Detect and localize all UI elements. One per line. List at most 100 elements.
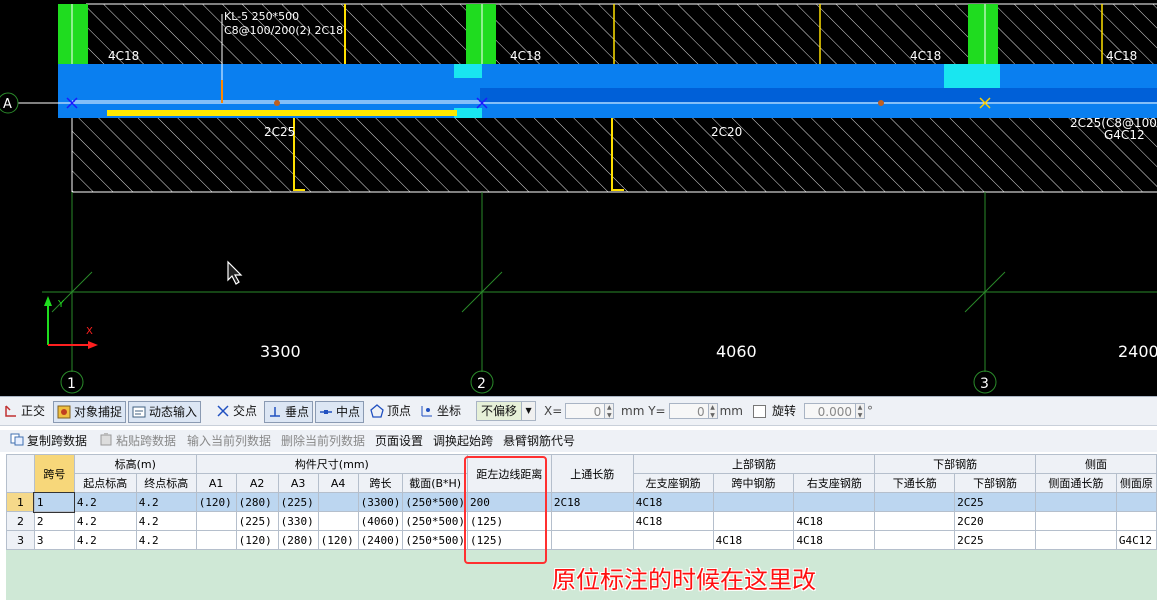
- table-cell-a3[interactable]: (330): [277, 511, 319, 531]
- table-row[interactable]: 1 1 4.2 4.2 (120) (280) (225) (3300) (250*500) 20…: [6, 491, 1157, 513]
- header-section[interactable]: 截面(B*H): [402, 473, 468, 493]
- table-cell-a4[interactable]: [317, 511, 359, 531]
- page-setup-button[interactable]: 页面设置: [375, 433, 423, 449]
- row-number[interactable]: 2: [6, 511, 35, 531]
- header-start-elevation[interactable]: 起点标高: [73, 473, 137, 493]
- table-cell-botthr[interactable]: [874, 530, 956, 550]
- table-cell-len[interactable]: (2400): [357, 530, 404, 550]
- table-cell-top[interactable]: [550, 530, 634, 550]
- table-cell-a1[interactable]: [195, 511, 237, 531]
- table-cell-a1[interactable]: (120): [195, 492, 237, 512]
- y-input[interactable]: 0: [668, 403, 709, 419]
- header-a2[interactable]: A2: [235, 473, 279, 493]
- y-spinner[interactable]: ▲ ▼: [708, 403, 718, 419]
- table-cell-right[interactable]: 4C18: [793, 530, 876, 550]
- header-end-elevation[interactable]: 终点标高: [135, 473, 197, 493]
- perpendicular-button[interactable]: 垂点: [264, 401, 314, 423]
- table-cell-sec[interactable]: (250*500): [402, 530, 468, 550]
- table-cell-end[interactable]: 4.2: [135, 492, 197, 512]
- header-side-original[interactable]: 侧面原: [1115, 473, 1157, 493]
- table-cell-mid[interactable]: [712, 511, 795, 531]
- header-a3[interactable]: A3: [277, 473, 319, 493]
- table-cell-a2[interactable]: (225): [235, 511, 279, 531]
- header-side-through[interactable]: 侧面通长筋: [1034, 473, 1117, 493]
- object-snap-button[interactable]: 对象捕捉: [53, 401, 127, 423]
- table-cell-len[interactable]: (3300): [357, 492, 404, 512]
- intersection-toggle[interactable]: 交点: [216, 401, 257, 421]
- table-cell-right[interactable]: 4C18: [793, 511, 876, 531]
- header-a4[interactable]: A4: [317, 473, 359, 493]
- table-cell-side[interactable]: G4C12: [1115, 530, 1157, 550]
- table-cell-side[interactable]: [1115, 511, 1157, 531]
- row-number[interactable]: 3: [6, 530, 35, 550]
- dynamic-input-button[interactable]: 动态输入: [128, 401, 202, 423]
- header-span-length[interactable]: 跨长: [357, 473, 404, 493]
- table-cell-end[interactable]: 4.2: [135, 511, 197, 531]
- midpoint-button[interactable]: 中点: [315, 401, 365, 423]
- table-row[interactable]: 2 2 4.2 4.2 (225) (330) (4060) (250*500) (125) 4C…: [6, 511, 1157, 531]
- table-cell-start[interactable]: 4.2: [73, 530, 137, 550]
- table-cell-right[interactable]: [793, 492, 876, 512]
- table-cell-top[interactable]: 2C18: [550, 492, 634, 512]
- chevron-down-icon[interactable]: ▼: [522, 401, 537, 421]
- table-cell-sidethr[interactable]: [1034, 492, 1117, 512]
- table-cell-a1[interactable]: [195, 530, 237, 550]
- header-left-support[interactable]: 左支座钢筋: [632, 473, 714, 493]
- header-a1[interactable]: A1: [195, 473, 237, 493]
- table-cell-bot[interactable]: 2C20: [954, 511, 1036, 531]
- swap-start-span-button[interactable]: 调换起始跨: [433, 433, 493, 449]
- header-span-no[interactable]: 跨号: [33, 454, 75, 493]
- header-side: 侧面: [1034, 454, 1157, 474]
- table-cell-sidethr[interactable]: [1034, 511, 1117, 531]
- input-column-button[interactable]: 输入当前列数据: [187, 433, 271, 449]
- rotate-input[interactable]: 0.000: [804, 403, 857, 419]
- table-cell-sec[interactable]: (250*500): [402, 492, 468, 512]
- table-cell-botthr[interactable]: [874, 511, 956, 531]
- header-top-through[interactable]: 上通长筋: [550, 454, 634, 493]
- table-cell-span[interactable]: 2: [33, 511, 75, 531]
- table-cell-start[interactable]: 4.2: [73, 492, 137, 512]
- table-row[interactable]: 3 3 4.2 4.2 (120) (280) (120) (2400) (250*500) (1…: [6, 530, 1157, 550]
- table-cell-a2[interactable]: (120): [235, 530, 279, 550]
- table-cell-a2[interactable]: (280): [235, 492, 279, 512]
- coordinate-toggle[interactable]: 坐标: [420, 401, 461, 421]
- table-cell-botthr[interactable]: [874, 492, 956, 512]
- offset-select[interactable]: 不偏移 ▼: [476, 401, 537, 421]
- header-bottom-through[interactable]: 下通长筋: [874, 473, 956, 493]
- header-mid-span[interactable]: 跨中钢筋: [712, 473, 795, 493]
- table-cell-a3[interactable]: (280): [277, 530, 319, 550]
- table-cell-span[interactable]: 3: [33, 530, 75, 550]
- table-cell-a4[interactable]: (120): [317, 530, 359, 550]
- table-cell-side[interactable]: [1115, 492, 1157, 512]
- table-cell-a4[interactable]: [317, 492, 359, 512]
- ortho-toggle[interactable]: 正交: [4, 401, 45, 421]
- x-input[interactable]: 0: [565, 403, 606, 419]
- table-cell-sec[interactable]: (250*500): [402, 511, 468, 531]
- table-cell-len[interactable]: (4060): [357, 511, 404, 531]
- table-cell-mid[interactable]: [712, 492, 795, 512]
- table-cell-sidethr[interactable]: [1034, 530, 1117, 550]
- table-cell-left[interactable]: 4C18: [632, 492, 714, 512]
- table-cell-a3[interactable]: (225): [277, 492, 319, 512]
- delete-column-button[interactable]: 删除当前列数据: [281, 433, 365, 449]
- x-spinner[interactable]: ▲ ▼: [605, 403, 615, 419]
- paste-span-button[interactable]: 粘贴跨数据: [99, 433, 176, 449]
- table-cell-left[interactable]: [632, 530, 714, 550]
- table-cell-top[interactable]: [550, 511, 634, 531]
- table-cell-left[interactable]: 4C18: [632, 511, 714, 531]
- table-cell-mid[interactable]: 4C18: [712, 530, 795, 550]
- rotate-spinner[interactable]: ▲ ▼: [856, 403, 866, 419]
- table-cell-span[interactable]: 1: [33, 491, 76, 513]
- rotate-checkbox[interactable]: [753, 404, 766, 418]
- table-cell-bot[interactable]: 2C25: [954, 530, 1036, 550]
- table-cell-end[interactable]: 4.2: [135, 530, 197, 550]
- header-bottom-rebar-col[interactable]: 下部钢筋: [954, 473, 1036, 493]
- table-cell-bot[interactable]: 2C25: [954, 492, 1036, 512]
- header-right-support[interactable]: 右支座钢筋: [793, 473, 876, 493]
- vertex-toggle[interactable]: 顶点: [370, 401, 411, 421]
- cantilever-code-button[interactable]: 悬臂钢筋代号: [503, 433, 575, 449]
- copy-span-button[interactable]: 复制跨数据: [10, 433, 87, 449]
- table-cell-start[interactable]: 4.2: [73, 511, 137, 531]
- row-number[interactable]: 1: [6, 492, 35, 512]
- cad-drawing-canvas[interactable]: KL-5 250*500 C8@100/200(2) 2C18 4C18 4C1…: [0, 0, 1157, 396]
